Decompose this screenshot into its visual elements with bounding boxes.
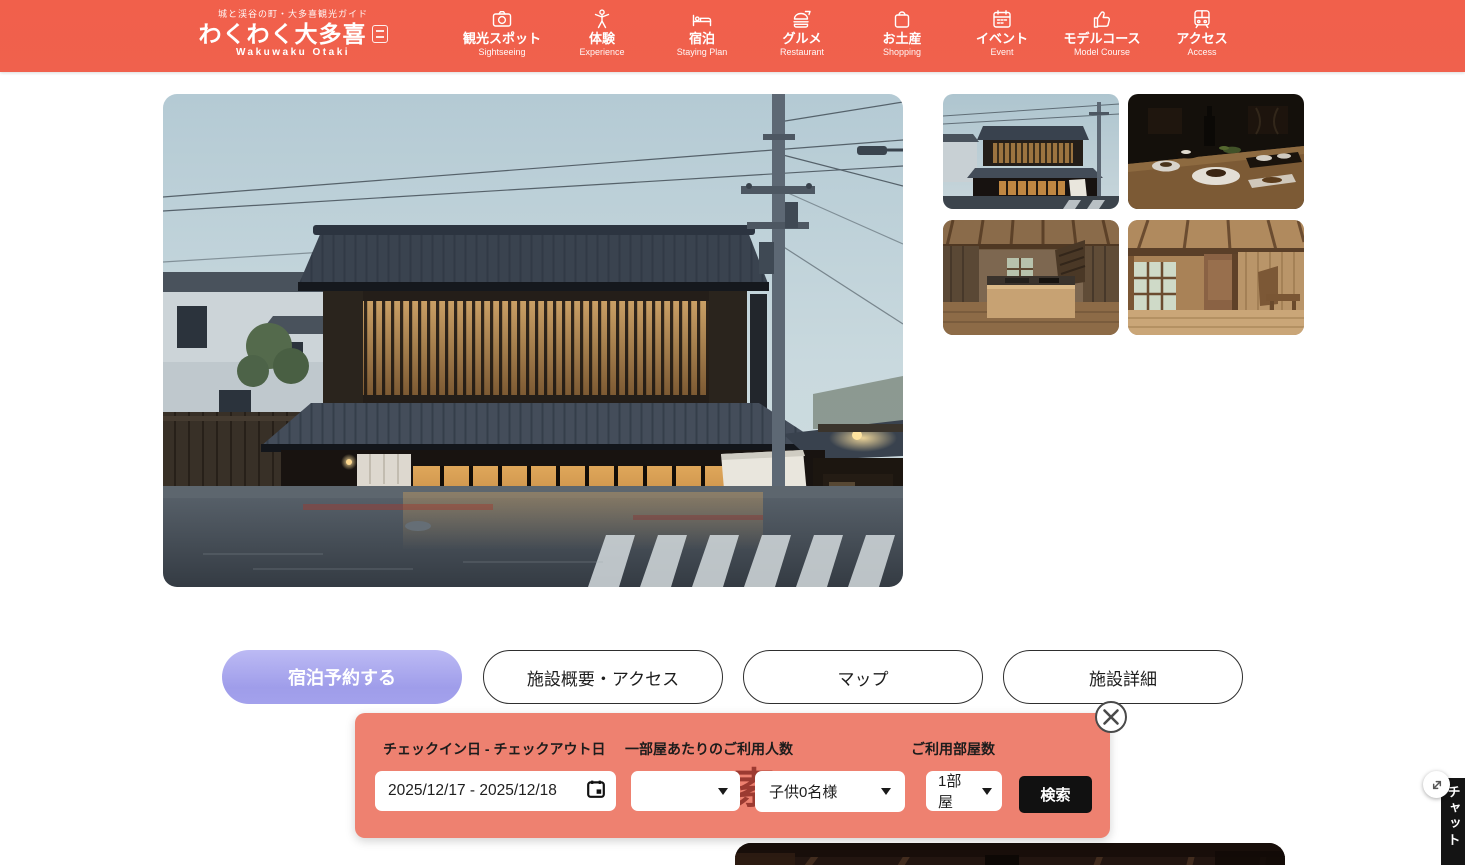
shopping-bag-icon — [852, 8, 952, 30]
nav-label-jp: モデルコース — [1052, 31, 1152, 47]
close-icon — [1094, 700, 1128, 734]
tab-overview-access-label: 施設概要・アクセス — [527, 665, 679, 690]
thumbnail-kitchen[interactable] — [943, 220, 1119, 335]
nav-label-jp: 体験 — [552, 31, 652, 47]
checkin-checkout-label: チェックイン日 - チェックアウト日 — [383, 739, 605, 759]
adults-select[interactable] — [631, 771, 740, 811]
site-logo[interactable]: 城と渓谷の町・大多喜観光ガイド わくわく大多喜 Wakuwaku Otaki — [198, 7, 388, 58]
expand-diagonal-icon — [1429, 777, 1445, 793]
tab-map[interactable]: マップ — [743, 650, 983, 704]
thumbnail-interior-hall[interactable] — [1128, 220, 1304, 335]
person-icon — [552, 8, 652, 30]
chat-expand-button[interactable] — [1423, 771, 1450, 798]
chevron-down-icon — [982, 788, 992, 795]
rooms-select[interactable]: 1部屋 — [926, 771, 1002, 811]
thumbnail-dinner[interactable] — [1128, 94, 1304, 209]
logo-romaji: Wakuwaku Otaki — [198, 47, 388, 58]
nav-label-en: Staying Plan — [652, 47, 752, 57]
burger-icon — [752, 8, 852, 30]
nav-label-en: Restaurant — [752, 47, 852, 57]
chat-label: チャット — [1447, 785, 1460, 849]
calendar-icon — [952, 8, 1052, 30]
nav-item-gourmet[interactable]: グルメ Restaurant — [752, 8, 852, 57]
bed-icon — [652, 8, 752, 30]
tab-booking[interactable]: 宿泊予約する — [222, 650, 462, 704]
tab-facility-detail-label: 施設詳細 — [1089, 665, 1157, 690]
nav-label-en: Sightseeing — [452, 47, 552, 57]
logo-title: わくわく大多喜 — [199, 22, 367, 46]
nav-label-en: Access — [1152, 47, 1252, 57]
guests-per-room-label: 一部屋あたりのご利用人数 — [625, 739, 793, 759]
nav-item-shopping[interactable]: お土産 Shopping — [852, 8, 952, 57]
tab-booking-label: 宿泊予約する — [288, 664, 396, 690]
close-form-button[interactable] — [1094, 700, 1128, 734]
nav-item-experience[interactable]: 体験 Experience — [552, 8, 652, 57]
camera-icon — [452, 8, 552, 30]
nav-label-en: Event — [952, 47, 1052, 57]
search-button[interactable]: 検索 — [1019, 776, 1092, 813]
main-photo[interactable] — [163, 94, 903, 587]
nav-label-en: Model Course — [1052, 47, 1152, 57]
nav-item-staying[interactable]: 宿泊 Staying Plan — [652, 8, 752, 57]
nav-label-jp: イベント — [952, 31, 1052, 47]
nav-item-access[interactable]: アクセス Access — [1152, 8, 1252, 57]
chevron-down-icon — [881, 788, 891, 795]
nav-label-jp: 宿泊 — [652, 31, 752, 47]
page: 城と渓谷の町・大多喜観光ガイド わくわく大多喜 Wakuwaku Otaki 観… — [0, 0, 1465, 865]
tab-map-label: マップ — [838, 665, 889, 690]
nav-label-jp: 観光スポット — [452, 31, 552, 47]
nav-item-model-course[interactable]: モデルコース Model Course — [1052, 8, 1152, 57]
children-select[interactable]: 子供0名様 — [755, 771, 905, 812]
thumbnail-exterior[interactable] — [943, 94, 1119, 209]
search-button-label: 検索 — [1040, 784, 1070, 805]
rooms-count-label: ご利用部屋数 — [911, 739, 995, 759]
logo-seal-icon — [372, 25, 388, 43]
bottom-section-photo — [735, 843, 1285, 865]
nav-menu: 観光スポット Sightseeing 体験 Experience 宿泊 Stay… — [452, 8, 1252, 57]
nav-label-en: Experience — [552, 47, 652, 57]
tab-overview-access[interactable]: 施設概要・アクセス — [483, 650, 723, 704]
train-icon — [1152, 8, 1252, 30]
nav-item-event[interactable]: イベント Event — [952, 8, 1052, 57]
rooms-select-value: 1部屋 — [938, 770, 976, 812]
date-range-input[interactable]: 2025/12/17 - 2025/12/18 — [375, 771, 616, 811]
chevron-down-icon — [718, 788, 728, 795]
date-range-value: 2025/12/17 - 2025/12/18 — [388, 782, 557, 800]
tab-facility-detail[interactable]: 施設詳細 — [1003, 650, 1243, 704]
nav-label-jp: アクセス — [1152, 31, 1252, 47]
main-nav-header: 城と渓谷の町・大多喜観光ガイド わくわく大多喜 Wakuwaku Otaki 観… — [0, 0, 1465, 72]
booking-search-form: 索 チェックイン日 - チェックアウト日 2025/12/17 - 2025/1… — [355, 713, 1110, 838]
nav-label-en: Shopping — [852, 47, 952, 57]
logo-tagline: 城と渓谷の町・大多喜観光ガイド — [198, 7, 388, 20]
nav-label-jp: グルメ — [752, 31, 852, 47]
children-select-value: 子供0名様 — [769, 781, 837, 802]
nav-item-sightseeing[interactable]: 観光スポット Sightseeing — [452, 8, 552, 57]
thumbs-up-icon — [1052, 8, 1152, 30]
calendar-picker-icon[interactable] — [586, 779, 606, 804]
nav-label-jp: お土産 — [852, 31, 952, 47]
